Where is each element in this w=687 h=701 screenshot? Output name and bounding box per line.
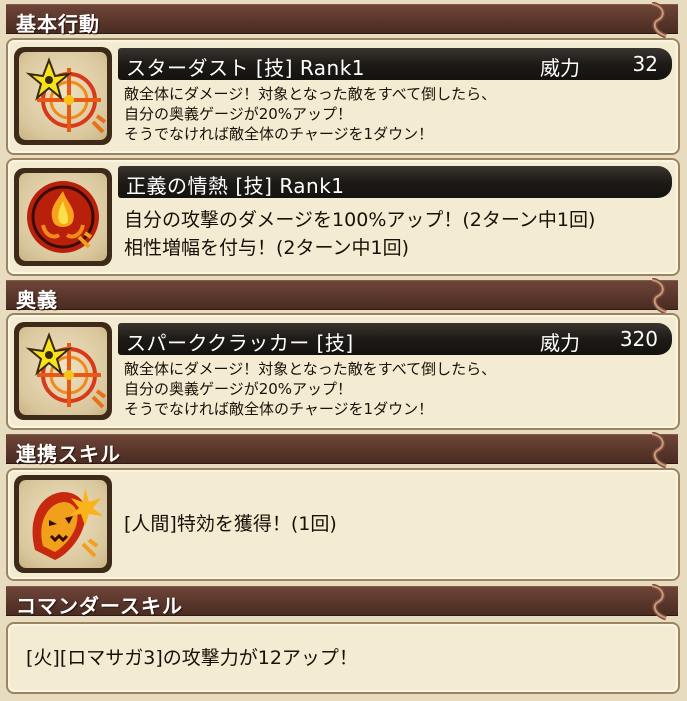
skill-card-stardust[interactable]: スターダスト [技] Rank1 威力 32 敵全体にダメージ！対象となった敵を… <box>6 38 680 155</box>
power-value: 32 <box>632 52 658 76</box>
skill-title-bar: スパーククラッカー [技] 威力 320 <box>118 323 672 355</box>
skill-icon-frame <box>14 168 112 266</box>
skill-icon-frame <box>14 47 112 145</box>
scroll-flourish-icon <box>651 432 667 468</box>
skill-name: スターダスト [技] Rank1 <box>126 56 366 80</box>
commander-skill-text: [火][ロマサガ3]の攻撃力が12アップ！ <box>26 647 358 669</box>
power-value: 320 <box>619 327 658 351</box>
commander-skill-card[interactable]: [火][ロマサガ3]の攻撃力が12アップ！ <box>6 622 680 694</box>
skill-description-line: 自分の攻撃のダメージを100%アップ！(2ターン中1回) <box>124 209 596 231</box>
power-label: 威力 <box>540 56 580 80</box>
skill-description-line: そうでなければ敵全体のチャージを1ダウン！ <box>124 400 434 418</box>
skill-icon-frame <box>14 475 112 573</box>
section-title: 奥義 <box>16 288 58 312</box>
skill-icon-frame <box>14 322 112 420</box>
skill-card-spark-cracker[interactable]: スパーククラッカー [技] 威力 320 敵全体にダメージ！対象となった敵をすべ… <box>6 313 680 430</box>
skill-name: スパーククラッカー [技] <box>126 331 354 355</box>
skill-description-line: 相性増幅を付与！(2ターン中1回) <box>124 237 410 259</box>
section-title: コマンダースキル <box>16 594 183 618</box>
power-label: 威力 <box>540 331 580 355</box>
skill-name: 正義の情熱 [技] Rank1 <box>126 174 345 198</box>
section-title: 基本行動 <box>16 12 100 36</box>
skill-description-line: 自分の奥義ゲージが20%アップ！ <box>124 105 353 123</box>
flame-emblem-icon <box>27 181 99 253</box>
skill-title-bar: スターダスト [技] Rank1 威力 32 <box>118 48 672 80</box>
section-header-basic: 基本行動 <box>6 2 678 38</box>
skill-title-bar: 正義の情熱 [技] Rank1 <box>118 166 672 198</box>
shuriken-fire-icon <box>25 332 107 409</box>
section-title: 連携スキル <box>16 442 121 466</box>
scroll-flourish-icon <box>651 278 667 314</box>
section-header-ougi: 奥義 <box>6 278 678 314</box>
renkei-skill-card[interactable]: [人間]特効を獲得！(1回) <box>6 468 680 581</box>
scroll-flourish-icon <box>651 584 667 620</box>
skill-description-line: 自分の奥義ゲージが20%アップ！ <box>124 380 353 398</box>
demon-mask-fire-icon <box>32 488 103 560</box>
section-header-commander: コマンダースキル <box>6 584 678 620</box>
shuriken-fire-icon <box>25 57 107 134</box>
skill-card-seigi[interactable]: 正義の情熱 [技] Rank1 自分の攻撃のダメージを100%アップ！(2ターン… <box>6 158 680 276</box>
section-header-renkei: 連携スキル <box>6 432 678 468</box>
renkei-skill-text: [人間]特効を獲得！(1回) <box>124 513 337 535</box>
skill-description-line: そうでなければ敵全体のチャージを1ダウン！ <box>124 125 434 143</box>
scroll-flourish-icon <box>651 2 667 38</box>
skill-description-line: 敵全体にダメージ！対象となった敵をすべて倒したら、 <box>124 360 497 378</box>
skill-description-line: 敵全体にダメージ！対象となった敵をすべて倒したら、 <box>124 85 497 103</box>
